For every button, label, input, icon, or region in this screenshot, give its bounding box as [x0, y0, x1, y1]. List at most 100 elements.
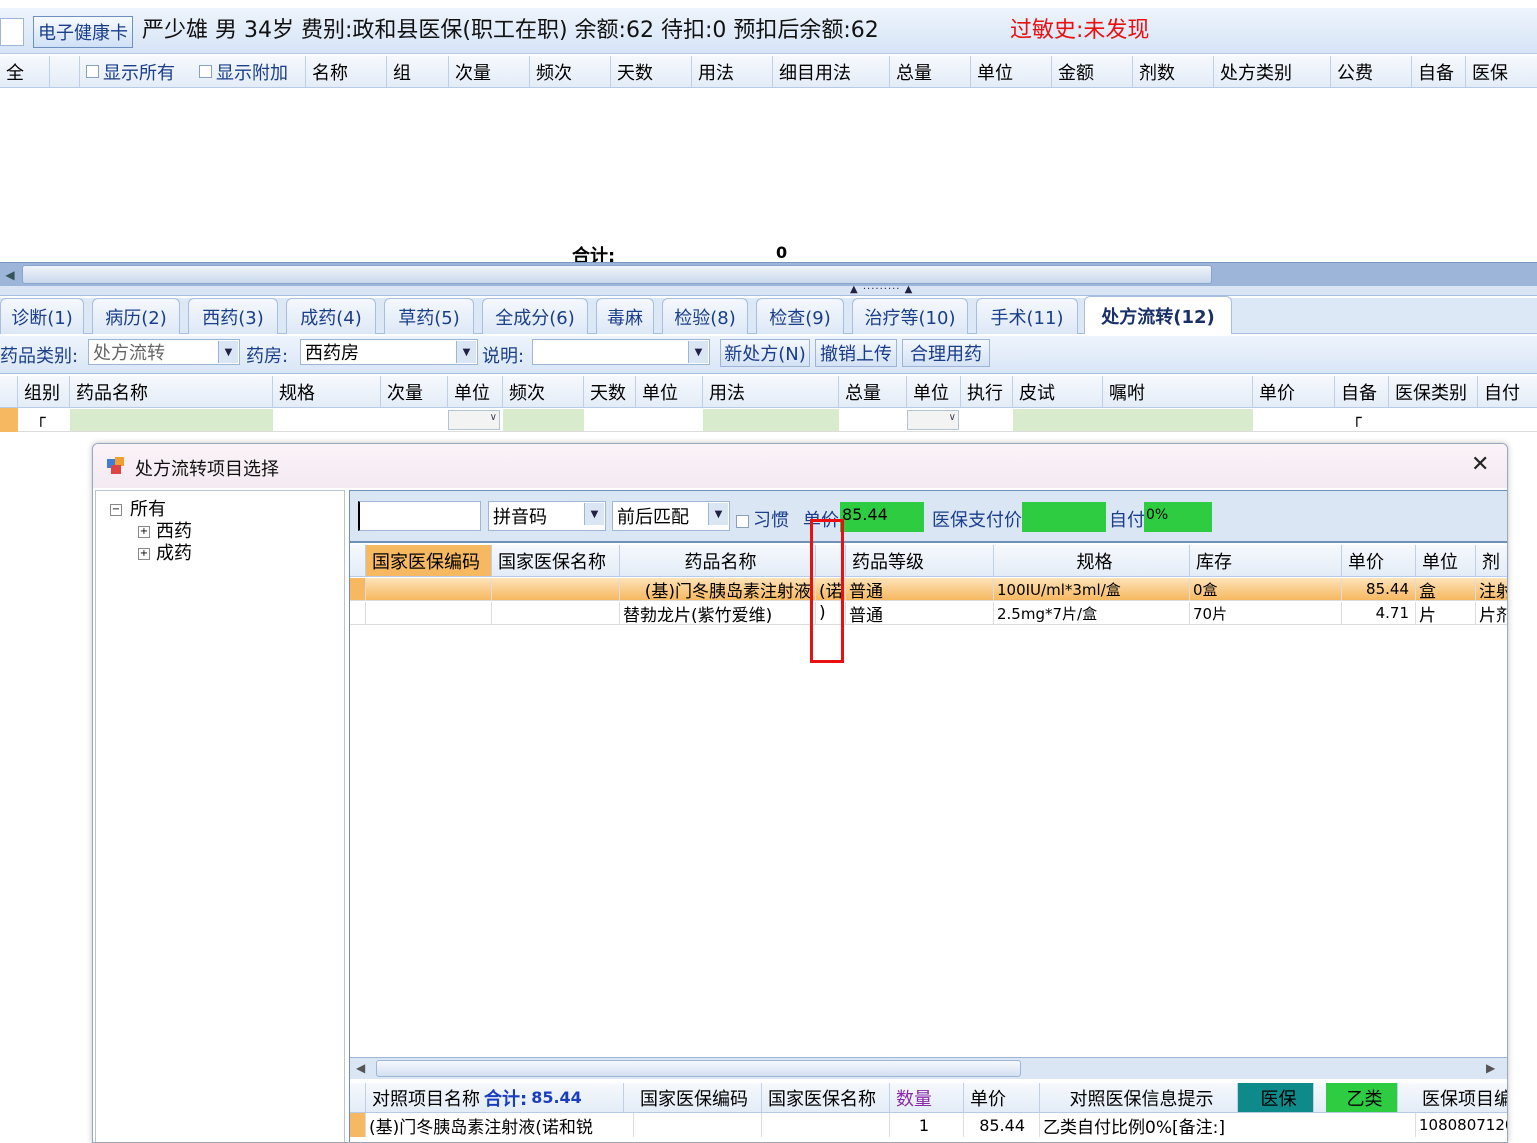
match-mode-select[interactable]: 前后匹配 ▼ — [612, 501, 730, 531]
item-col-price[interactable]: 单价 — [1342, 545, 1416, 576]
scroll-thumb[interactable] — [376, 1060, 1021, 1077]
col-self[interactable]: 自备 — [1412, 56, 1466, 87]
rx-col-dose[interactable]: 次量 — [381, 376, 448, 407]
item-col-spec[interactable]: 规格 — [994, 545, 1190, 576]
item-col-stock[interactable]: 库存 — [1190, 545, 1342, 576]
health-card-button[interactable]: 电子健康卡 — [33, 16, 133, 48]
rx-col-unit[interactable]: 单位 — [448, 376, 503, 407]
scroll-left-icon[interactable]: ◀ — [356, 1061, 365, 1075]
col-usage-detail[interactable]: 细目用法 — [773, 56, 890, 87]
tab-exam[interactable]: 检查(9) — [756, 298, 844, 334]
tree-item-patent[interactable]: + 成药 — [138, 539, 192, 565]
tab-ingredient[interactable]: 全成分(6) — [482, 298, 588, 334]
left-edge-input[interactable] — [0, 18, 24, 46]
category-select[interactable]: 处方流转 ▼ — [88, 339, 240, 365]
note-select[interactable]: ▼ — [532, 339, 710, 365]
rx-col-total[interactable]: 总量 — [839, 376, 907, 407]
habit-checkbox[interactable]: 习惯 — [736, 506, 789, 532]
rx-col-drug[interactable]: 药品名称 — [70, 376, 273, 407]
col-unit[interactable]: 单位 — [971, 56, 1052, 87]
map-col-code[interactable]: 国家医保编码 — [634, 1083, 762, 1112]
rx-col-freq[interactable]: 频次 — [503, 376, 584, 407]
map-col-ins[interactable]: 医保 — [1238, 1083, 1314, 1112]
col-public[interactable]: 公费 — [1331, 56, 1412, 87]
item-col-level[interactable]: 药品等级 — [846, 545, 994, 576]
item-col-form[interactable]: 剂 — [1476, 545, 1507, 576]
mapping-row[interactable]: (基)门冬胰岛素注射液(诺和锐 1 85.44 乙类自付比例0%[备注:] 10… — [350, 1113, 1507, 1137]
rational-drug-button[interactable]: 合理用药 — [902, 339, 990, 367]
tab-patent[interactable]: 成药(4) — [286, 298, 376, 334]
item-col-unit[interactable]: 单位 — [1416, 545, 1476, 576]
item-col-drug[interactable]: 药品名称 — [620, 545, 816, 576]
map-col-name[interactable]: 对照项目名称 合计: 85.44 — [366, 1083, 624, 1112]
map-col-ins-name[interactable]: 国家医保名称 — [762, 1083, 890, 1112]
map-col-item-code[interactable]: 医保项目编 — [1416, 1083, 1507, 1112]
item-col-ins-name[interactable]: 国家医保名称 — [492, 545, 620, 576]
rx-col-days[interactable]: 天数 — [584, 376, 636, 407]
col-total[interactable]: 总量 — [890, 56, 971, 87]
col-amount[interactable]: 金额 — [1052, 56, 1133, 87]
col-doses[interactable]: 剂数 — [1133, 56, 1214, 87]
col-insurance[interactable]: 医保 — [1466, 56, 1537, 87]
map-col-tip[interactable]: 对照医保信息提示 — [1040, 1083, 1238, 1112]
scroll-left-icon[interactable]: ◀ — [2, 266, 18, 283]
col-dose[interactable]: 次量 — [449, 56, 530, 87]
select-all-header[interactable]: 全 — [0, 56, 50, 87]
rx-col-ins-type[interactable]: 医保类别 — [1389, 376, 1478, 407]
splitter[interactable]: ▲ ········· ▲ — [0, 284, 1537, 296]
col-rx-type[interactable]: 处方类别 — [1214, 56, 1331, 87]
freq-cell[interactable] — [503, 409, 584, 431]
rx-col-advice[interactable]: 嘱咐 — [1103, 376, 1253, 407]
upper-horizontal-scrollbar[interactable]: ◀ — [0, 262, 1537, 286]
col-freq[interactable]: 频次 — [530, 56, 611, 87]
rx-edit-row[interactable]: ┌ ∨ ∨ ┌ — [0, 408, 1537, 432]
tab-diagnosis[interactable]: 诊断(1) — [0, 298, 84, 334]
col-name[interactable]: 名称 — [306, 56, 387, 87]
col-days[interactable]: 天数 — [611, 56, 692, 87]
search-mode-select[interactable]: 拼音码 ▼ — [488, 501, 606, 531]
rx-col-skintest[interactable]: 皮试 — [1013, 376, 1103, 407]
tab-herbal[interactable]: 草药(5) — [384, 298, 474, 334]
unit-cell[interactable]: ∨ — [448, 410, 500, 430]
map-col-qty[interactable]: 数量 — [890, 1083, 964, 1112]
rx-col-exec[interactable]: 执行 — [961, 376, 1013, 407]
scroll-thumb[interactable] — [22, 265, 1212, 284]
drug-name-cell[interactable] — [70, 409, 273, 431]
rx-col-unit3[interactable]: 单位 — [907, 376, 961, 407]
rx-col-price[interactable]: 单价 — [1253, 376, 1335, 407]
close-icon[interactable]: ✕ — [1471, 452, 1489, 477]
new-rx-button[interactable]: 新处方(N) — [720, 339, 810, 367]
rx-col-self[interactable]: 自备 — [1335, 376, 1389, 407]
tab-surgery[interactable]: 手术(11) — [976, 298, 1078, 334]
search-input[interactable] — [358, 501, 481, 531]
item-row[interactable]: 替勃龙片(紫竹爱维) ) 普通 2.5mg*7片/盒 70片 4.71 片 片剂 — [350, 602, 1507, 625]
item-horizontal-scrollbar[interactable]: ◀ ▶ — [350, 1057, 1507, 1079]
map-col-class[interactable]: 乙类 — [1326, 1083, 1398, 1112]
item-col-code[interactable]: 国家医保编码 — [366, 545, 492, 576]
rx-col-group[interactable]: 组别 — [18, 376, 70, 407]
unit3-cell[interactable]: ∨ — [907, 410, 959, 430]
pharmacy-select[interactable]: 西药房 ▼ — [300, 339, 478, 365]
show-extra-checkbox[interactable]: 显示附加 — [193, 56, 306, 87]
rx-col-spec[interactable]: 规格 — [273, 376, 381, 407]
tab-lab[interactable]: 检验(8) — [662, 298, 748, 334]
item-row[interactable]: (基)门冬胰岛素注射液 (诺 普通 100IU/ml*3ml/盒 0盒 85.4… — [350, 578, 1507, 601]
cancel-upload-button[interactable]: 撤销上传 — [815, 339, 897, 367]
skintest-cell[interactable] — [1013, 409, 1253, 431]
col-group[interactable]: 组 — [387, 56, 449, 87]
self-checkbox[interactable]: ┌ — [1352, 408, 1362, 427]
tab-rx-transfer[interactable]: 处方流转(12) — [1084, 296, 1232, 334]
usage-cell[interactable] — [703, 409, 839, 431]
rx-col-usage[interactable]: 用法 — [703, 376, 839, 407]
tab-treatment[interactable]: 治疗等(10) — [852, 298, 968, 334]
scroll-right-icon[interactable]: ▶ — [1486, 1061, 1495, 1075]
tab-western[interactable]: 西药(3) — [188, 298, 278, 334]
row-checkbox[interactable]: ┌ — [36, 408, 46, 427]
map-col-price[interactable]: 单价 — [964, 1083, 1040, 1112]
tab-narcotic[interactable]: 毒麻 — [596, 298, 654, 334]
col-usage[interactable]: 用法 — [692, 56, 773, 87]
rx-col-selfpay[interactable]: 自付 — [1478, 376, 1537, 407]
tab-record[interactable]: 病历(2) — [92, 298, 180, 334]
rx-col-unit2[interactable]: 单位 — [636, 376, 703, 407]
show-all-checkbox[interactable]: 显示所有 — [80, 56, 193, 87]
